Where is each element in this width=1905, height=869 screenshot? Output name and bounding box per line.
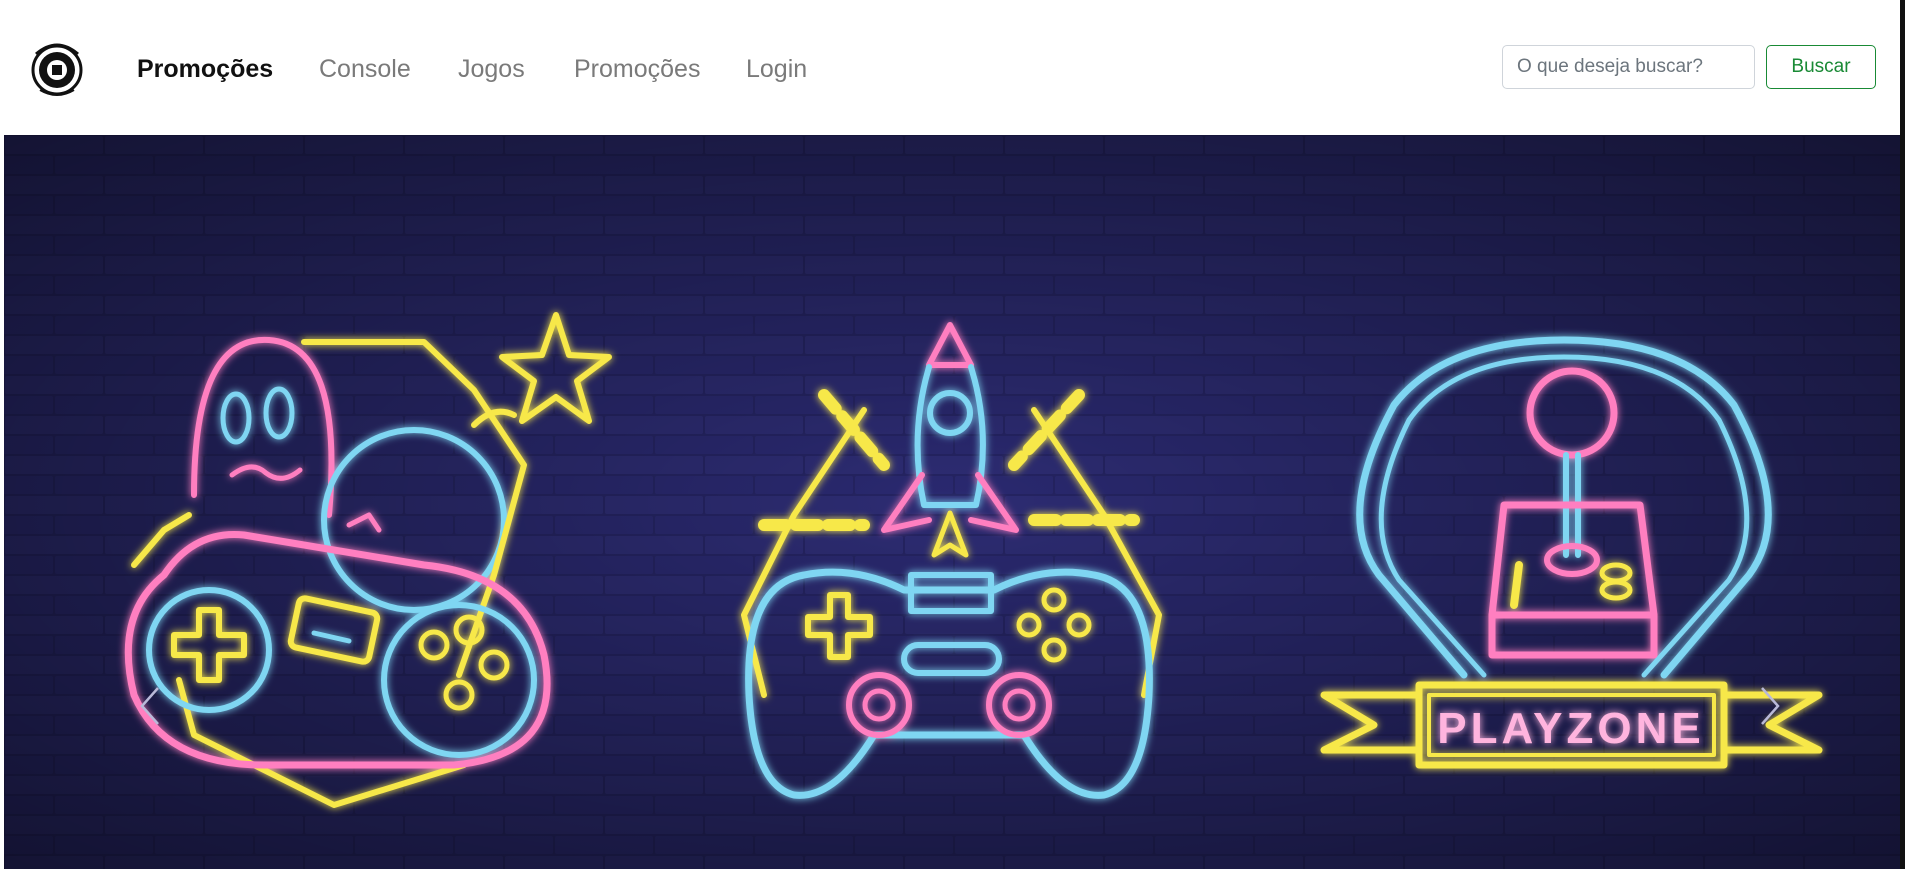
playzone-banner-text: PLAYZONE	[1437, 704, 1705, 753]
gaming-store-logo-icon[interactable]	[28, 38, 86, 98]
search-input[interactable]	[1502, 45, 1755, 89]
chevron-right-icon	[1761, 687, 1780, 725]
brand-link[interactable]: Promoções	[137, 52, 273, 86]
neon-gaming-banner: PLAYZONE	[4, 135, 1900, 869]
chevron-left-icon	[140, 687, 159, 725]
window-edge	[1900, 0, 1905, 869]
nav-link-console[interactable]: Console	[319, 52, 411, 86]
navbar: Promoções Console Jogos Promoções Login …	[0, 0, 1905, 135]
nav-link-login[interactable]: Login	[746, 52, 807, 86]
search-button[interactable]: Buscar	[1766, 45, 1876, 89]
nav-link-promocoes[interactable]: Promoções	[574, 52, 700, 86]
carousel-prev-button[interactable]	[124, 675, 164, 735]
hero-carousel: PLAYZONE	[4, 135, 1900, 869]
nav-link-jogos[interactable]: Jogos	[458, 52, 525, 86]
carousel-next-button[interactable]	[1744, 675, 1784, 735]
